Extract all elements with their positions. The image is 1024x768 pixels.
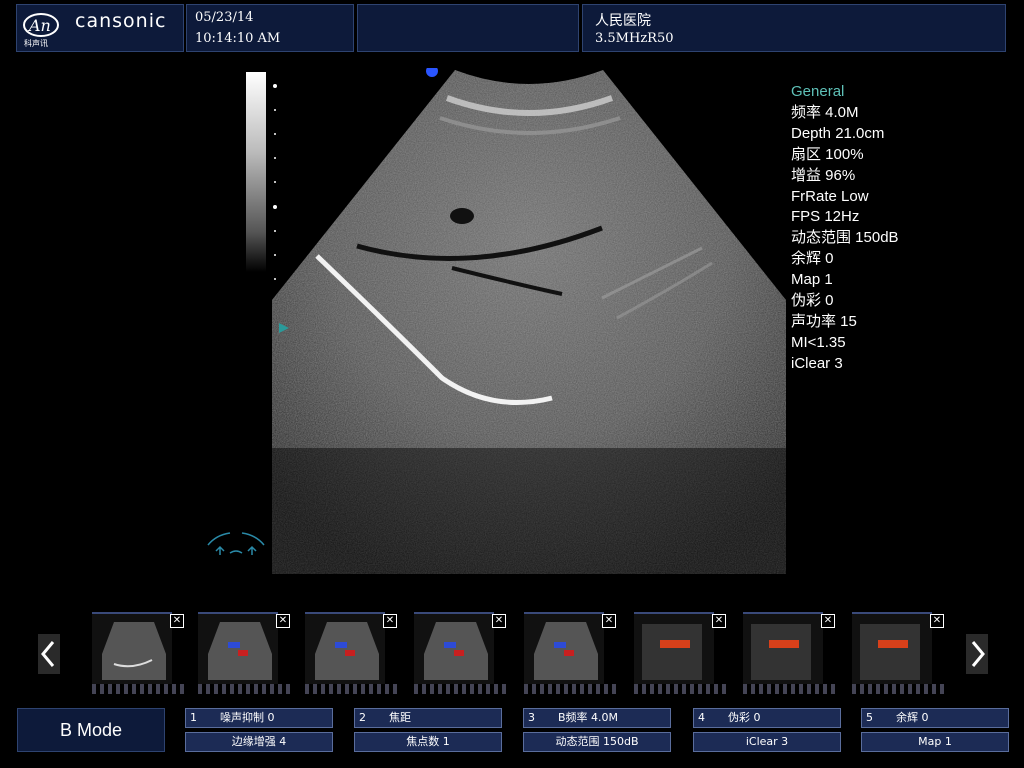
control-bottom-1[interactable]: 边缘增强 4 [185, 732, 333, 752]
thumbnail-image [743, 612, 823, 684]
param-frequency: 频率 4.0M [791, 103, 859, 121]
date-label: 05/23/14 [195, 10, 254, 25]
thumbnail-image [414, 612, 494, 684]
close-icon[interactable]: ✕ [383, 614, 397, 628]
param-persistence: 余辉 0 [791, 250, 834, 268]
control-number: 1 [190, 711, 197, 724]
thumbnail-item[interactable]: ✕ [92, 612, 184, 696]
close-icon[interactable]: ✕ [602, 614, 616, 628]
thumbnail-footer [414, 684, 506, 694]
thumbnail-item[interactable]: ✕ [524, 612, 616, 696]
b-mode-button[interactable]: B Mode [17, 708, 165, 752]
thumbnail-prev-button[interactable] [38, 634, 60, 674]
close-icon[interactable]: ✕ [276, 614, 290, 628]
close-icon[interactable]: ✕ [170, 614, 184, 628]
thumbnail-image [198, 612, 278, 684]
control-label: 噪声抑制 0 [220, 711, 275, 724]
param-framerate: FrRate Low [791, 187, 869, 205]
control-bottom-3[interactable]: 动态范围 150dB [523, 732, 671, 752]
param-title: General [791, 83, 845, 100]
thumbnail-footer [743, 684, 835, 694]
close-icon[interactable]: ✕ [712, 614, 726, 628]
thumbnail-item[interactable]: ✕ [198, 612, 290, 696]
control-top-4[interactable]: 4 伪彩 0 [693, 708, 841, 728]
control-bottom-2[interactable]: 焦点数 1 [354, 732, 502, 752]
close-icon[interactable]: ✕ [492, 614, 506, 628]
svg-text:An: An [27, 16, 51, 35]
thumbnail-image [634, 612, 714, 684]
thumbnail-next-button[interactable] [966, 634, 988, 674]
control-label: 焦距 [389, 711, 411, 724]
thumbnail-item[interactable]: ✕ [852, 612, 944, 696]
hospital-panel: 人民医院 3.5MHzR50 [582, 4, 1006, 52]
close-icon[interactable]: ✕ [930, 614, 944, 628]
param-iclear: iClear 3 [791, 354, 843, 372]
brand-subtitle: 科声讯 [24, 39, 48, 48]
hospital-name: 人民医院 [595, 13, 651, 29]
grayscale-bar [246, 72, 266, 272]
thumbnail-item[interactable]: ✕ [743, 612, 835, 696]
thumbnail-item[interactable]: ✕ [305, 612, 397, 696]
param-fps: FPS 12Hz [791, 208, 860, 226]
patient-info-panel[interactable] [357, 4, 579, 52]
control-label: 余辉 0 [896, 711, 929, 724]
chevron-right-icon [971, 641, 985, 667]
control-number: 3 [528, 711, 535, 724]
param-dynamic-range: 动态范围 150dB [791, 229, 899, 247]
focus-marker-icon[interactable] [278, 322, 290, 334]
param-acoustic-power: 声功率 15 [791, 312, 857, 330]
control-number: 2 [359, 711, 366, 724]
thumbnail-image [852, 612, 932, 684]
brand-logo-panel: An cansonic 科声讯 [16, 4, 184, 52]
thumbnail-footer [852, 684, 944, 694]
control-label: B频率 4.0M [558, 711, 619, 724]
close-icon[interactable]: ✕ [821, 614, 835, 628]
param-pseudocolor: 伪彩 0 [791, 292, 834, 310]
control-bottom-5[interactable]: Map 1 [861, 732, 1009, 752]
thumbnail-image [524, 612, 604, 684]
control-number: 5 [866, 711, 873, 724]
ultrasound-image[interactable] [272, 68, 786, 574]
control-top-3[interactable]: 3 B频率 4.0M [523, 708, 671, 728]
control-label: 伪彩 0 [728, 711, 761, 724]
thumbnail-footer [92, 684, 184, 694]
control-top-1[interactable]: 1 噪声抑制 0 [185, 708, 333, 728]
brand-name: cansonic [75, 10, 167, 32]
parameter-panel: General 频率 4.0M Depth 21.0cm 扇区 100% 增益 … [791, 82, 899, 375]
probe-orientation-icon [207, 532, 265, 555]
probe-label: 3.5MHzR50 [595, 31, 674, 46]
control-bottom-4[interactable]: iClear 3 [693, 732, 841, 752]
control-top-5[interactable]: 5 余辉 0 [861, 708, 1009, 728]
thumbnail-item[interactable]: ✕ [414, 612, 506, 696]
param-gain: 增益 96% [791, 166, 856, 184]
thumbnail-item[interactable]: ✕ [634, 612, 726, 696]
thumbnail-footer [524, 684, 616, 694]
control-top-2[interactable]: 2 焦距 [354, 708, 502, 728]
param-mi: MI<1.35 [791, 333, 846, 351]
thumbnail-image [92, 612, 172, 684]
time-label: 10:14:10 AM [195, 31, 281, 46]
chevron-left-icon [41, 641, 55, 667]
thumbnail-footer [634, 684, 726, 694]
control-number: 4 [698, 711, 705, 724]
datetime-panel: 05/23/14 10:14:10 AM [186, 4, 354, 52]
param-sector: 扇区 100% [791, 145, 864, 163]
thumbnail-footer [305, 684, 397, 694]
thumbnail-footer [198, 684, 290, 694]
thumbnail-image [305, 612, 385, 684]
param-depth: Depth 21.0cm [791, 124, 885, 142]
param-map: Map 1 [791, 271, 833, 289]
